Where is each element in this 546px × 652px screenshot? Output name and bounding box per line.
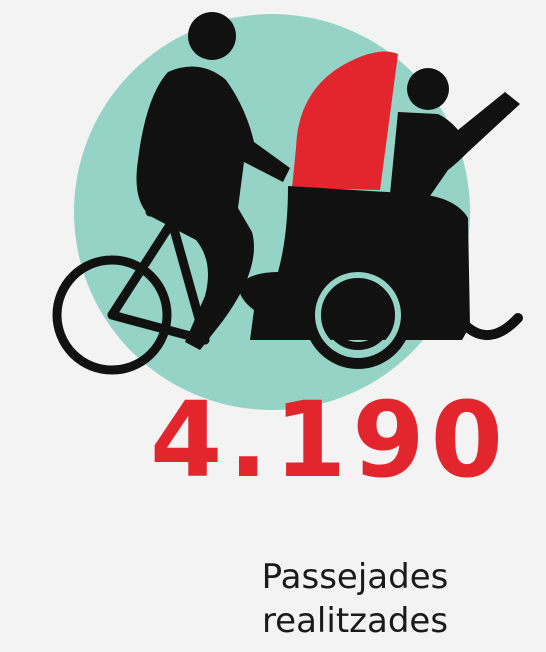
stat-label-line-1: Passejades [261,557,449,597]
footrest [457,313,523,341]
bike-rickshaw-icon [52,12,523,410]
stat-label: Passejades realitzades [210,555,500,643]
stat-value: 4.190 [150,379,509,501]
stat-label-line-2: realitzades [261,601,449,641]
